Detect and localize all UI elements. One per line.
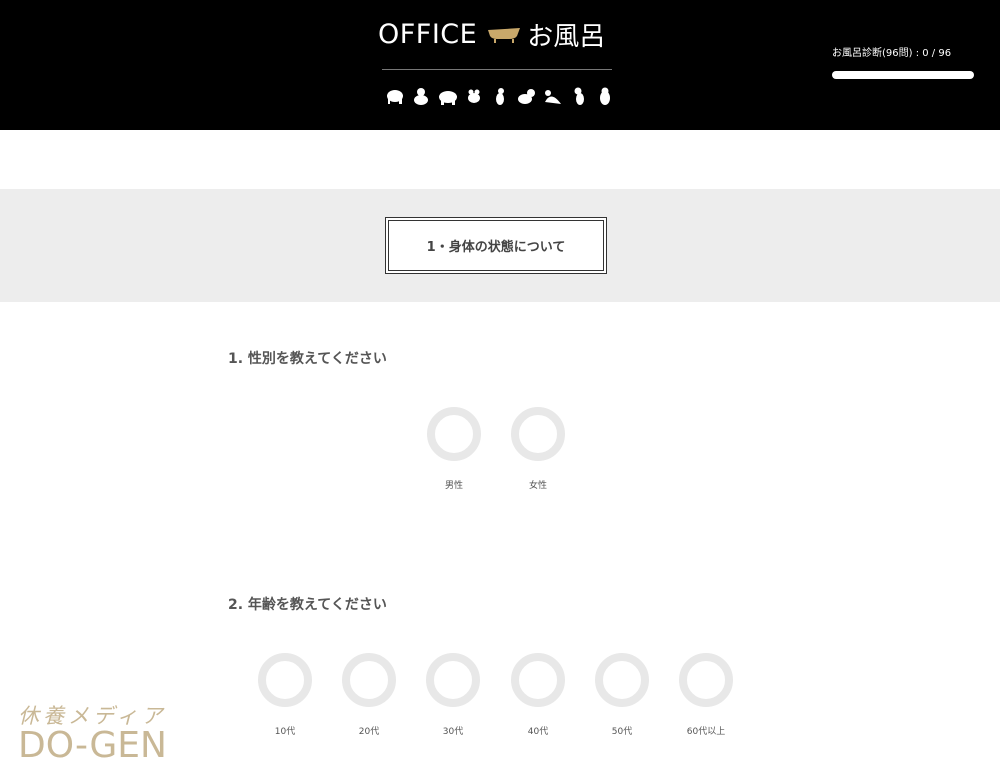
option-male[interactable]: 男性 xyxy=(414,407,494,491)
radio-circle[interactable] xyxy=(511,407,565,461)
cat-icon xyxy=(518,89,536,104)
option-label: 40代 xyxy=(527,727,549,737)
radio-circle[interactable] xyxy=(511,653,565,707)
option-label: 10代 xyxy=(274,727,296,737)
elephant-icon xyxy=(387,90,403,104)
progress-bar xyxy=(832,71,974,79)
animal-icon-row xyxy=(385,86,615,108)
option-label: 男性 xyxy=(444,481,463,491)
logo-office-text: OFFICE xyxy=(378,18,478,50)
section-title-box: 1・身体の状態について xyxy=(385,217,607,274)
site-header: OFFICE お風呂 お風呂診断(96問) : 0 / 96 xyxy=(0,0,1000,130)
question-1-title: 1. 性別を教えてください xyxy=(228,351,387,367)
option-age-60s-plus[interactable]: 60代以上 xyxy=(666,653,746,737)
radio-circle[interactable] xyxy=(426,653,480,707)
option-label: 50代 xyxy=(611,727,633,737)
option-label: 女性 xyxy=(528,481,547,491)
radio-circle[interactable] xyxy=(427,407,481,461)
parrot-icon xyxy=(574,87,584,105)
bear-icon xyxy=(438,91,457,105)
option-label: 30代 xyxy=(442,727,464,737)
question-2-title: 2. 年齢を教えてください xyxy=(228,597,387,613)
radio-circle[interactable] xyxy=(679,653,733,707)
section-band: 1・身体の状態について xyxy=(0,189,1000,302)
radio-circle[interactable] xyxy=(258,653,312,707)
progress-label: お風呂診断(96問) : 0 / 96 xyxy=(832,48,952,59)
radio-circle[interactable] xyxy=(342,653,396,707)
frog-icon xyxy=(467,89,480,103)
logo-divider xyxy=(382,69,612,70)
penguin-icon xyxy=(600,87,610,105)
bathtub-icon xyxy=(488,28,521,43)
radio-circle[interactable] xyxy=(595,653,649,707)
option-age-20s[interactable]: 20代 xyxy=(329,653,409,737)
option-female[interactable]: 女性 xyxy=(498,407,578,491)
logo-ofuro-text: お風呂 xyxy=(527,21,606,52)
gorilla-icon xyxy=(414,88,429,105)
option-age-30s[interactable]: 30代 xyxy=(413,653,493,737)
option-age-10s[interactable]: 10代 xyxy=(245,653,325,737)
section-title: 1・身体の状態について xyxy=(388,220,604,271)
option-label: 20代 xyxy=(358,727,380,737)
sea-lion-icon xyxy=(544,90,561,104)
watermark: 休養メディア DO-GEN xyxy=(18,700,188,766)
option-label: 60代以上 xyxy=(686,727,726,737)
watermark-en: DO-GEN xyxy=(18,725,167,766)
option-age-40s[interactable]: 40代 xyxy=(498,653,578,737)
option-age-50s[interactable]: 50代 xyxy=(582,653,662,737)
bird-icon xyxy=(496,88,504,105)
logo[interactable]: OFFICE お風呂 xyxy=(378,14,616,54)
